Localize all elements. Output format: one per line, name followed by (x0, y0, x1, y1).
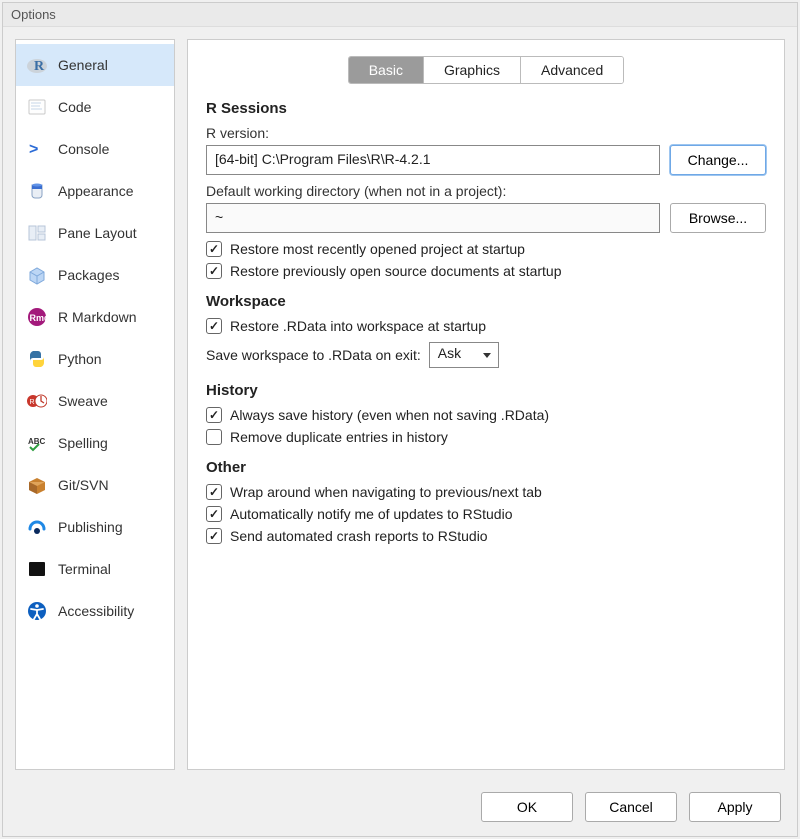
sidebar-item-packages[interactable]: Packages (16, 254, 174, 296)
main-panel: Basic Graphics Advanced R Sessions R ver… (187, 39, 785, 770)
label-restore-rdata: Restore .RData into workspace at startup (230, 318, 486, 334)
tabstrip: Basic Graphics Advanced (348, 56, 625, 84)
checkbox-restore-project[interactable] (206, 241, 222, 257)
sidebar-item-appearance[interactable]: Appearance (16, 170, 174, 212)
working-dir-field[interactable]: ~ (206, 203, 660, 233)
label-restore-project: Restore most recently opened project at … (230, 241, 525, 257)
dialog-footer: OK Cancel Apply (3, 782, 797, 836)
checkbox-notify-updates[interactable] (206, 506, 222, 522)
checkbox-crash-reports[interactable] (206, 528, 222, 544)
sidebar-item-label: Spelling (58, 435, 108, 451)
sidebar-item-pane-layout[interactable]: Pane Layout (16, 212, 174, 254)
tabs: Basic Graphics Advanced (206, 56, 766, 84)
publishing-icon (26, 516, 48, 538)
heading-workspace: Workspace (206, 293, 766, 310)
sidebar-item-label: Console (58, 141, 109, 157)
checkbox-wrap-tabs[interactable] (206, 484, 222, 500)
sidebar-item-label: Code (58, 99, 91, 115)
sidebar-item-code[interactable]: Code (16, 86, 174, 128)
ok-button[interactable]: OK (481, 792, 573, 822)
label-notify-updates: Automatically notify me of updates to RS… (230, 506, 512, 522)
tab-basic[interactable]: Basic (349, 57, 424, 83)
sidebar-item-label: Publishing (58, 519, 123, 535)
content-area: R General Code > Console App (3, 27, 797, 782)
checkbox-always-save-history[interactable] (206, 407, 222, 423)
svg-text:>: > (29, 141, 38, 158)
checkbox-restore-docs[interactable] (206, 263, 222, 279)
sidebar-item-label: Python (58, 351, 102, 367)
sidebar-item-label: Git/SVN (58, 477, 109, 493)
select-save-workspace-value: Ask (438, 345, 461, 361)
accessibility-icon (26, 600, 48, 622)
sidebar-item-label: Sweave (58, 393, 108, 409)
code-icon (26, 96, 48, 118)
select-save-workspace[interactable]: Ask (429, 342, 499, 368)
package-icon (26, 264, 48, 286)
window-title: Options (3, 3, 797, 27)
sidebar-item-git-svn[interactable]: Git/SVN (16, 464, 174, 506)
browse-button[interactable]: Browse... (670, 203, 766, 233)
sidebar-item-label: Packages (58, 267, 119, 283)
sweave-icon: Rnw (26, 390, 48, 412)
python-icon (26, 348, 48, 370)
sidebar-item-terminal[interactable]: Terminal (16, 548, 174, 590)
r-version-field[interactable]: [64-bit] C:\Program Files\R\R-4.2.1 (206, 145, 660, 175)
label-wrap-tabs: Wrap around when navigating to previous/… (230, 484, 542, 500)
sidebar-item-sweave[interactable]: Rnw Sweave (16, 380, 174, 422)
svg-text:R: R (34, 59, 45, 74)
sidebar-item-general[interactable]: R General (16, 44, 174, 86)
sidebar-item-console[interactable]: > Console (16, 128, 174, 170)
sidebar-item-label: Accessibility (58, 603, 134, 619)
box-icon (26, 474, 48, 496)
sidebar-item-accessibility[interactable]: Accessibility (16, 590, 174, 632)
sidebar-item-rmarkdown[interactable]: Rmd R Markdown (16, 296, 174, 338)
pane-layout-icon (26, 222, 48, 244)
sidebar-item-label: Pane Layout (58, 225, 137, 241)
label-remove-dupes: Remove duplicate entries in history (230, 429, 448, 445)
svg-text:Rmd: Rmd (30, 313, 48, 323)
terminal-icon (26, 558, 48, 580)
apply-button[interactable]: Apply (689, 792, 781, 822)
sidebar-item-label: Appearance (58, 183, 134, 199)
label-r-version: R version: (206, 125, 766, 141)
sidebar-item-spelling[interactable]: ABC Spelling (16, 422, 174, 464)
tab-graphics[interactable]: Graphics (424, 57, 521, 83)
heading-r-sessions: R Sessions (206, 100, 766, 117)
console-icon: > (26, 138, 48, 160)
label-crash-reports: Send automated crash reports to RStudio (230, 528, 488, 544)
tab-advanced[interactable]: Advanced (521, 57, 623, 83)
label-save-workspace: Save workspace to .RData on exit: (206, 347, 421, 363)
checkbox-restore-rdata[interactable] (206, 318, 222, 334)
sidebar-item-publishing[interactable]: Publishing (16, 506, 174, 548)
sidebar-item-label: R Markdown (58, 309, 137, 325)
change-button[interactable]: Change... (670, 145, 766, 175)
sidebar-item-label: Terminal (58, 561, 111, 577)
label-always-save-history: Always save history (even when not savin… (230, 407, 549, 423)
rmarkdown-icon: Rmd (26, 306, 48, 328)
sidebar-item-label: General (58, 57, 108, 73)
heading-history: History (206, 382, 766, 399)
sidebar-item-python[interactable]: Python (16, 338, 174, 380)
r-logo-icon: R (26, 54, 48, 76)
checkbox-remove-dupes[interactable] (206, 429, 222, 445)
options-window: Options R General Code > Console (2, 2, 798, 837)
label-restore-docs: Restore previously open source documents… (230, 263, 562, 279)
label-working-dir: Default working directory (when not in a… (206, 183, 766, 199)
svg-text:ABC: ABC (28, 437, 46, 446)
paint-bucket-icon (26, 180, 48, 202)
spelling-icon: ABC (26, 432, 48, 454)
cancel-button[interactable]: Cancel (585, 792, 677, 822)
sidebar: R General Code > Console App (15, 39, 175, 770)
heading-other: Other (206, 459, 766, 476)
